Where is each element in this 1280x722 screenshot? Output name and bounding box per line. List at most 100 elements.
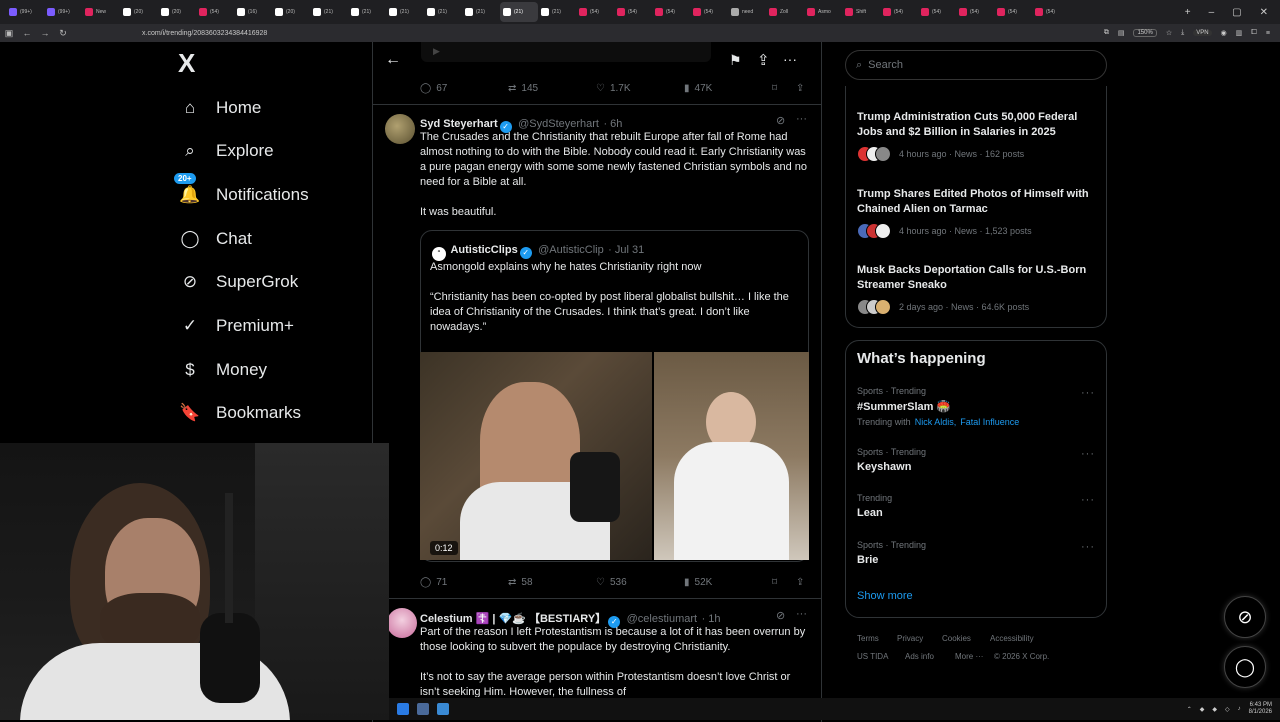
more-options-icon[interactable]: ··· [1081, 448, 1095, 460]
forward-arrow-icon[interactable]: → [36, 28, 54, 38]
nav-item-explore[interactable]: ⌕ Explore [178, 131, 273, 171]
trend-name[interactable]: #SummerSlam 🏟️ [857, 400, 950, 413]
browser-tab[interactable]: (54) [994, 2, 1032, 22]
clock[interactable]: 6:43 PM 8/1/2026 [1249, 702, 1272, 716]
nav-item-supergrok[interactable]: ⊘ SuperGrok [178, 262, 298, 302]
vpn-button[interactable]: VPN [1193, 30, 1212, 36]
reply-button[interactable]: ◯ 67 [420, 83, 447, 94]
browser-tab[interactable]: need [728, 2, 766, 22]
reply-button[interactable]: ◯ 71 [420, 577, 447, 588]
app-icon[interactable] [417, 703, 429, 715]
image-thumbnail[interactable] [654, 352, 809, 560]
browser-tab[interactable]: (21) [500, 2, 538, 22]
extensions-icon[interactable]: ⧠ [1251, 29, 1257, 37]
browser-tab[interactable]: (21) [348, 2, 386, 22]
nav-item-notifications[interactable]: 🔔 Notifications 20+ [174, 173, 309, 215]
browser-tab[interactable]: (54) [1032, 2, 1070, 22]
related-trend-link[interactable]: Fatal Influence [960, 417, 1019, 427]
browser-tab[interactable]: (54) [956, 2, 994, 22]
like-button[interactable]: ♡ 536 [596, 577, 627, 588]
nav-item-bookmarks[interactable]: 🔖 Bookmarks [178, 393, 301, 433]
share-icon[interactable]: ⇪ [757, 51, 770, 69]
browser-tab[interactable]: (21) [424, 2, 462, 22]
download-icon[interactable]: ⤓ [1181, 29, 1184, 37]
avatar[interactable] [385, 114, 415, 144]
maximize-button[interactable]: ▢ [1232, 7, 1241, 18]
reader-icon[interactable]: ▤ [1118, 29, 1125, 37]
grok-icon[interactable]: ⊘ [776, 609, 785, 622]
repost-button[interactable]: ⇄ 58 [508, 577, 533, 588]
nav-item-money[interactable]: $ Money [178, 350, 267, 390]
flag-icon[interactable]: ⚑ [729, 52, 742, 69]
browser-tab[interactable]: (20) [272, 2, 310, 22]
browser-tab[interactable]: New [82, 2, 120, 22]
profile-icon[interactable]: ◉ [1221, 29, 1227, 37]
more-options-icon[interactable]: ··· [1081, 387, 1095, 399]
views-button[interactable]: ▮ 52K [684, 577, 712, 588]
wallet-icon[interactable]: ▥ [1236, 29, 1243, 37]
news-headline[interactable]: Musk Backs Deportation Calls for U.S.-Bo… [857, 263, 1097, 293]
volume-icon[interactable]: ♪ [1238, 706, 1241, 712]
screenshot-icon[interactable]: ⧉ [1104, 29, 1109, 37]
repost-button[interactable]: ⇄ 145 [508, 83, 538, 94]
browser-tab[interactable]: (21) [310, 2, 348, 22]
browser-tab[interactable]: Zoll [766, 2, 804, 22]
tray-app-icon[interactable]: ◆ [1200, 706, 1205, 713]
play-icon[interactable]: ▶ [433, 46, 440, 57]
app-icon[interactable] [397, 703, 409, 715]
more-options-icon[interactable]: ··· [783, 51, 797, 67]
video-thumbnail[interactable] [420, 352, 652, 560]
messages-fab-button[interactable]: ◯ [1224, 646, 1266, 688]
nav-item-premium[interactable]: ✓ Premium+ [178, 306, 294, 346]
post-time[interactable]: · 1h [702, 613, 721, 625]
more-options-icon[interactable]: ··· [796, 113, 807, 125]
browser-tab[interactable]: (54) [196, 2, 234, 22]
browser-tab[interactable]: (16) [234, 2, 272, 22]
more-options-icon[interactable]: ··· [1081, 541, 1095, 553]
grok-icon[interactable]: ⊘ [776, 114, 785, 127]
news-headline[interactable]: Trump Administration Cuts 50,000 Federal… [857, 110, 1097, 140]
browser-tab[interactable]: (54) [652, 2, 690, 22]
footer-link[interactable]: Privacy [897, 634, 923, 643]
bookmark-button[interactable]: ⌑ [772, 577, 777, 588]
menu-icon[interactable]: ≡ [1266, 30, 1270, 37]
reload-icon[interactable]: ↻ [54, 28, 72, 39]
trend-name[interactable]: Lean [857, 507, 883, 519]
browser-tab[interactable]: (54) [918, 2, 956, 22]
browser-tab[interactable]: (21) [538, 2, 576, 22]
author-handle[interactable]: @SydSteyerhart [518, 118, 599, 130]
more-options-icon[interactable]: ··· [1081, 494, 1095, 506]
search-field[interactable]: ⌕ Search [845, 50, 1107, 80]
star-icon[interactable]: ☆ [1166, 29, 1172, 37]
views-button[interactable]: ▮ 47K [684, 83, 712, 94]
trend-name[interactable]: Keyshawn [857, 461, 911, 473]
back-arrow-icon[interactable]: ← [18, 28, 36, 38]
author-name[interactable]: Celestium ☦️ | 💎☕ 【BESTIARY】 [420, 613, 606, 625]
x-logo[interactable]: X [178, 50, 204, 76]
browser-tab[interactable]: (20) [120, 2, 158, 22]
show-more-link[interactable]: Show more [857, 590, 913, 602]
chevron-up-icon[interactable]: ⌃ [1187, 706, 1192, 713]
avatar[interactable] [387, 608, 417, 638]
browser-tab[interactable]: (54) [690, 2, 728, 22]
browser-tab[interactable]: (54) [576, 2, 614, 22]
browser-tab[interactable]: (99+) [44, 2, 82, 22]
author-handle[interactable]: @celestiumart [627, 613, 697, 625]
browser-tab[interactable]: (99+) [6, 2, 44, 22]
footer-link[interactable]: Ads info [905, 652, 934, 661]
app-icon[interactable] [437, 703, 449, 715]
author-name[interactable]: Syd Steyerhart [420, 118, 498, 130]
post-time[interactable]: · 6h [603, 118, 622, 130]
browser-tab[interactable]: (54) [880, 2, 918, 22]
video-player-controls[interactable]: ▶ [421, 42, 711, 62]
footer-link[interactable]: Cookies [942, 634, 971, 643]
back-arrow-icon[interactable]: ← [385, 51, 401, 69]
footer-link[interactable]: US TIDA [857, 652, 888, 661]
trend-name[interactable]: Brie [857, 554, 878, 566]
related-trend-link[interactable]: Nick Aldis, [915, 417, 957, 427]
footer-link[interactable]: More ··· [955, 652, 983, 661]
url-field[interactable]: x.com/i/trending/2083603234384416928 [142, 30, 267, 37]
bookmark-button[interactable]: ⌑ [772, 83, 777, 94]
close-window-button[interactable]: ✕ [1260, 7, 1268, 18]
share-button[interactable]: ⇪ [796, 577, 804, 588]
